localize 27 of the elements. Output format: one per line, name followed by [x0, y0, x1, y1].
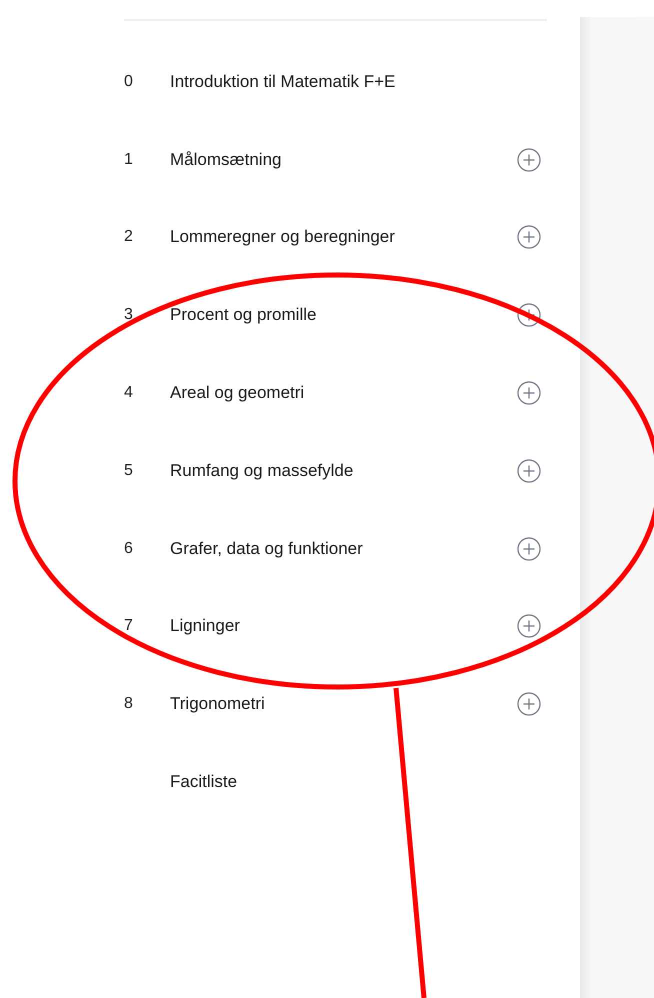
- expand-icon[interactable]: [517, 536, 541, 561]
- chapter-link[interactable]: Trigonometri: [170, 694, 517, 714]
- chapter-link[interactable]: Areal og geometri: [170, 383, 517, 404]
- chapter-link[interactable]: Målomsætning: [170, 150, 517, 170]
- chapter-link[interactable]: Lommeregner og beregninger: [170, 227, 517, 248]
- chapter-number: 5: [124, 462, 134, 480]
- expand-icon[interactable]: [517, 225, 541, 250]
- chapter-number: 7: [124, 617, 134, 636]
- expand-icon[interactable]: [517, 692, 541, 716]
- chapter-number: 1: [124, 150, 134, 169]
- chapter-link[interactable]: Facitliste: [170, 772, 547, 792]
- expand-icon[interactable]: [517, 303, 541, 328]
- chapter-number: 8: [124, 695, 134, 714]
- chapter-link[interactable]: Procent og promille: [170, 305, 517, 326]
- chapter-number: 6: [124, 540, 134, 558]
- chapter-number: 2: [124, 228, 134, 246]
- expand-icon[interactable]: [517, 614, 541, 638]
- chapter-link[interactable]: Grafer, data og funktioner: [170, 538, 517, 559]
- expand-icon[interactable]: [517, 458, 541, 483]
- chapter-number: 4: [124, 384, 134, 402]
- chapter-number: 0: [124, 72, 134, 91]
- expand-icon[interactable]: [517, 148, 541, 172]
- chapter-number: 3: [124, 306, 134, 324]
- expand-icon[interactable]: [517, 381, 541, 406]
- chapter-link[interactable]: Rumfang og massefylde: [170, 460, 517, 481]
- chapter-link[interactable]: Introduktion til Matematik F+E: [170, 72, 547, 92]
- chapter-link[interactable]: Ligninger: [170, 616, 517, 636]
